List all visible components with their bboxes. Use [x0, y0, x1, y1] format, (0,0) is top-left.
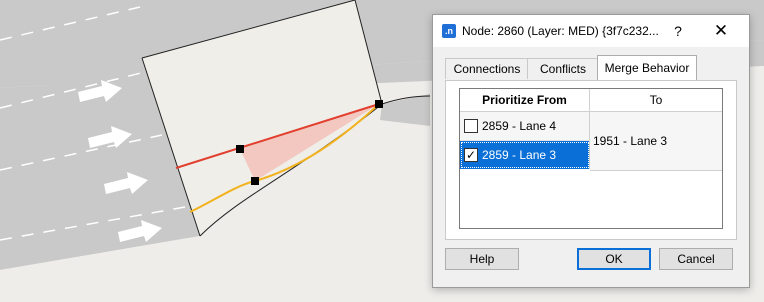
dialog-title: Node: 2860 (Layer: MED) {3f7c232... [462, 24, 659, 38]
tab-conflicts[interactable]: Conflicts [527, 58, 599, 79]
grid-row-lane-4[interactable]: 2859 - Lane 4 [460, 112, 590, 141]
column-header-prioritize-from[interactable]: Prioritize From [460, 89, 590, 112]
merge-behavior-panel: Prioritize From To 2859 - Lane 4 ✓ 2859 … [445, 80, 737, 240]
column-header-to[interactable]: To [590, 89, 722, 112]
node-properties-dialog: .n Node: 2860 (Layer: MED) {3f7c232... ?… [432, 14, 750, 288]
lane-3-checkbox[interactable]: ✓ [464, 148, 478, 162]
merge-priority-grid: Prioritize From To 2859 - Lane 4 ✓ 2859 … [459, 88, 723, 229]
cancel-button[interactable]: Cancel [659, 248, 733, 270]
node-handle[interactable] [375, 100, 383, 108]
to-value: 1951 - Lane 3 [593, 134, 668, 148]
grid-row-lane-3[interactable]: ✓ 2859 - Lane 3 [460, 141, 590, 169]
to-cell[interactable]: 1951 - Lane 3 [590, 112, 722, 171]
row-label: 2859 - Lane 3 [482, 148, 557, 162]
lane-4-checkbox[interactable] [464, 119, 478, 133]
connector-handle[interactable] [236, 145, 244, 153]
close-icon[interactable]: ✕ [709, 20, 733, 42]
row-label: 2859 - Lane 4 [482, 119, 557, 133]
dialog-titlebar[interactable]: .n Node: 2860 (Layer: MED) {3f7c232... ?… [433, 15, 749, 47]
tab-connections[interactable]: Connections [445, 58, 529, 79]
connector-handle[interactable] [251, 177, 259, 185]
tab-merge-behavior[interactable]: Merge Behavior [597, 55, 697, 80]
help-question-icon[interactable]: ? [668, 21, 688, 41]
app-icon: .n [442, 24, 456, 38]
ok-button[interactable]: OK [577, 248, 651, 270]
help-button[interactable]: Help [445, 248, 519, 270]
